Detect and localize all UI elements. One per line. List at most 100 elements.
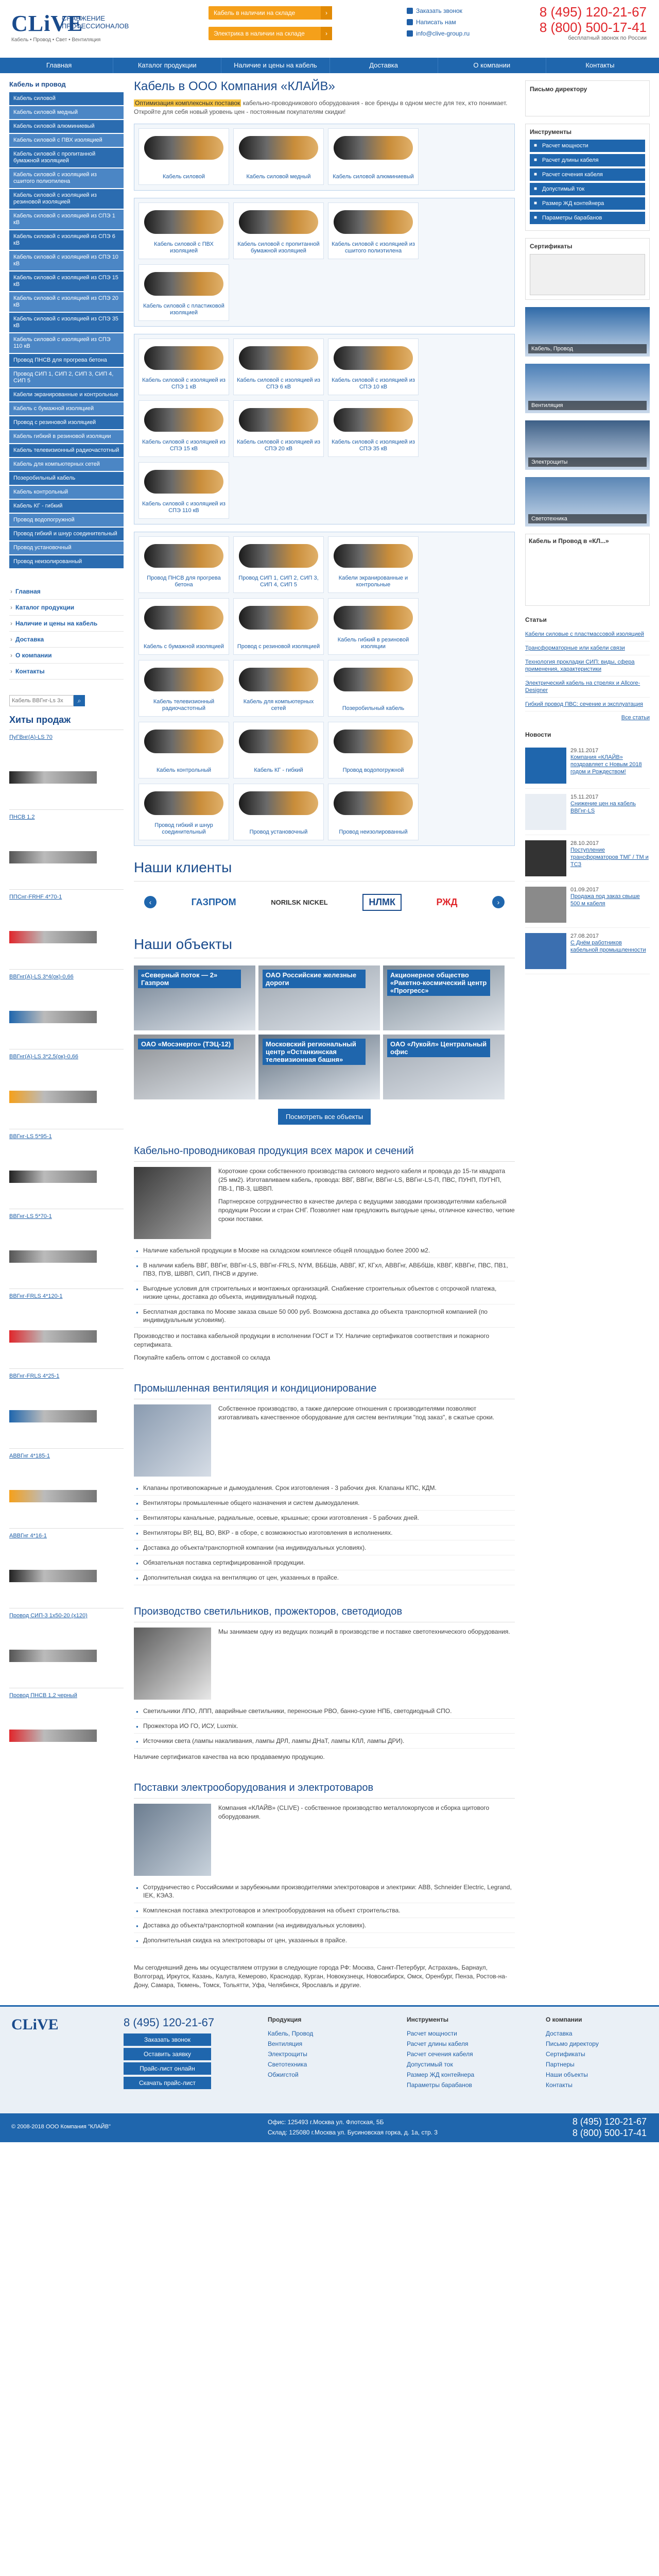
footer-link[interactable]: Расчет сечения кабеля [407,2049,474,2059]
hit-item[interactable]: Провод ПНСВ 1,2 черный [9,1688,124,1768]
hit-item[interactable]: ВВГнг(А)-LS 3*4(ок)-0,66 [9,969,124,1049]
footer-link[interactable]: Доставка [546,2028,599,2039]
sidebar-link[interactable]: Наличие и цены на кабель [9,616,124,632]
footer-link[interactable]: Сертификаты [546,2049,599,2059]
hit-item-name[interactable]: Провод СИП-3 1х50-20 (x120) [9,1613,124,1619]
product-banner[interactable]: Вентиляция [525,364,650,413]
hit-item[interactable]: ВВГнг-FRLS 4*25-1 [9,1368,124,1448]
object-card[interactable]: «Северный поток — 2» Газпром [134,965,255,1030]
hit-item-name[interactable]: ППСнг-FRHF 4*70-1 [9,894,124,900]
sidebar-category-item[interactable]: Кабель силовой [9,92,124,105]
sidebar-category-item[interactable]: Кабели экранированные и контрольные [9,388,124,401]
sidebar-link[interactable]: Доставка [9,632,124,648]
category-card[interactable]: Кабель силовой с изоляцией из СПЭ 20 кВ [233,400,324,457]
hit-item[interactable]: ППСнг-FRHF 4*70-1 [9,889,124,969]
all-objects-button[interactable]: Посмотреть все объекты [278,1109,371,1125]
sidebar-category-item[interactable]: Кабель КГ - гибкий [9,500,124,513]
sidebar-category-item[interactable]: Кабель силовой медный [9,106,124,119]
carousel-prev-button[interactable]: ‹ [144,896,157,908]
hit-item[interactable]: ВВГнг(А)-LS 3*2,5(ок)-0,66 [9,1049,124,1129]
sidebar-category-item[interactable]: Кабель силовой с пропитанной бумажной из… [9,148,124,167]
hit-item-name[interactable]: АВВГнг 4*16-1 [9,1533,124,1539]
hit-item[interactable]: АВВГнг 4*16-1 [9,1528,124,1608]
category-card[interactable]: Провод с резиновой изоляцией [233,598,324,655]
search-button[interactable]: ⌕ [74,695,85,706]
news-item[interactable]: 27.08.2017 С Днём работников кабельной пр… [525,928,650,974]
sidebar-category-item[interactable]: Позеробильный кабель [9,472,124,485]
news-item[interactable]: 29.11.2017 Компания «КЛАЙВ» поздравляет с… [525,742,650,789]
footer-link[interactable]: Партнеры [546,2059,599,2070]
news-item[interactable]: 28.10.2017 Поступление трансформаторов ТМ… [525,835,650,882]
sidebar-category-item[interactable]: Кабель силовой с изоляцией из СПЭ 15 кВ [9,272,124,291]
promo-electric-stock[interactable]: Электрика в наличии на складе › [209,27,332,40]
footer-link[interactable]: Письмо директору [546,2039,599,2049]
article-link[interactable]: Гибкий провод ПВС: сечение и эксплуатаци… [525,698,650,711]
footer-phone[interactable]: 8 (495) 120-21-67 [124,2016,214,2029]
footer-link[interactable]: Обжигстой [268,2070,313,2080]
article-link[interactable]: Кабели силовые с пластмассовой изоляцией [525,628,650,641]
sidebar-category-item[interactable]: Кабель силовой с изоляцией из СПЭ 10 кВ [9,251,124,270]
category-card[interactable]: Провод неизолированный [328,784,419,840]
certificate-image[interactable] [530,254,645,295]
hit-item[interactable]: Провод СИП-3 1х50-20 (x120) [9,1608,124,1688]
sidebar-category-item[interactable]: Провод неизолированный [9,555,124,568]
footer-logo[interactable]: CLiVE [11,2016,59,2033]
call-request-link[interactable]: Заказать звонок [407,5,470,16]
footer-pricelist-online-button[interactable]: Прайс-лист онлайн [124,2062,211,2075]
nav-item-about[interactable]: О компании [438,58,546,73]
product-banner[interactable]: Кабель, Провод [525,307,650,357]
intro-highlight[interactable]: Оптимизация комплексных поставок [134,99,241,107]
hit-item-name[interactable]: ВВГнг(А)-LS 3*4(ок)-0,66 [9,974,124,980]
sidebar-category-item[interactable]: Кабель силовой с изоляцией из СПЭ 35 кВ [9,313,124,332]
category-card[interactable]: Кабель силовой медный [233,128,324,185]
category-card[interactable]: Кабель силовой с пропитанной бумажной из… [233,202,324,259]
carousel-next-button[interactable]: › [492,896,505,908]
hit-item[interactable]: ВВГнг-LS 5*95-1 [9,1129,124,1209]
category-card[interactable]: Кабели экранированные и контрольные [328,536,419,593]
news-item[interactable]: 01.09.2017 Продажа под заказ свыше 500 м … [525,882,650,928]
hit-item[interactable]: ВВГнг-FRLS 4*120-1 [9,1289,124,1368]
category-card[interactable]: Кабель силовой с ПВХ изоляцией [138,202,229,259]
category-card[interactable]: Кабель силовой с изоляцией из СПЭ 10 кВ [328,338,419,395]
hit-item-name[interactable]: ВВГнг-LS 5*95-1 [9,1133,124,1140]
hit-item-name[interactable]: ВВГнг(А)-LS 3*2,5(ок)-0,66 [9,1054,124,1060]
tool-button[interactable]: Размер ЖД контейнера [530,197,645,210]
footer-link[interactable]: Электрощиты [268,2049,313,2059]
category-card[interactable]: Позеробильный кабель [328,660,419,717]
sidebar-link[interactable]: Контакты [9,664,124,680]
hit-item-name[interactable]: ПНСВ 1,2 [9,814,124,820]
product-banner[interactable]: Электрощиты [525,420,650,470]
category-card[interactable]: Кабель силовой алюминиевый [328,128,419,185]
nav-item-delivery[interactable]: Доставка [330,58,438,73]
hit-item-name[interactable]: Провод ПНСВ 1,2 черный [9,1692,124,1699]
object-card[interactable]: Акционерное общество «Ракетно-космически… [383,965,505,1030]
director-letter-banner[interactable]: Письмо директору [525,80,650,116]
footer-link[interactable]: Параметры барабанов [407,2080,474,2090]
category-card[interactable]: Провод ПНСВ для прогрева бетона [138,536,229,593]
sidebar-category-item[interactable]: Кабель силовой алюминиевый [9,120,124,133]
footer-link[interactable]: Расчет длины кабеля [407,2039,474,2049]
sidebar-category-item[interactable]: Кабель силовой с изоляцией из СПЭ 6 кВ [9,230,124,250]
category-card[interactable]: Кабель для компьютерных сетей [233,660,324,717]
footer-pricelist-download-button[interactable]: Скачать прайс-лист [124,2077,211,2089]
footer-request-button[interactable]: Оставить заявку [124,2048,211,2060]
sidebar-category-item[interactable]: Кабель силовой с изоляцией из сшитого по… [9,168,124,188]
sidebar-link[interactable]: О компании [9,648,124,664]
sidebar-category-item[interactable]: Провод с резиновой изоляцией [9,416,124,429]
hit-item-name[interactable]: ВВГнг-FRLS 4*120-1 [9,1293,124,1299]
footer-link[interactable]: Вентиляция [268,2039,313,2049]
search-input[interactable] [9,695,74,706]
category-card[interactable]: Провод водопогружной [328,722,419,778]
footer-link[interactable]: Размер ЖД контейнера [407,2070,474,2080]
nav-item-contacts[interactable]: Контакты [546,58,654,73]
category-card[interactable]: Кабель силовой с изоляцией из СПЭ 15 кВ [138,400,229,457]
hit-item-name[interactable]: АВВГнг 4*185-1 [9,1453,124,1459]
category-card[interactable]: Кабель с бумажной изоляцией [138,598,229,655]
tool-button[interactable]: Расчет мощности [530,140,645,152]
article-link[interactable]: Трансформаторные или кабели связи [525,641,650,655]
category-card[interactable]: Кабель силовой [138,128,229,185]
footer-link[interactable]: Контакты [546,2080,599,2090]
article-link[interactable]: Электрический кабель на стрелях и Allcor… [525,676,650,698]
article-link[interactable]: Технология прокладки СИП: виды, сфера пр… [525,655,650,676]
phone-moscow[interactable]: 8 (495) 120-21-67 [540,4,647,20]
